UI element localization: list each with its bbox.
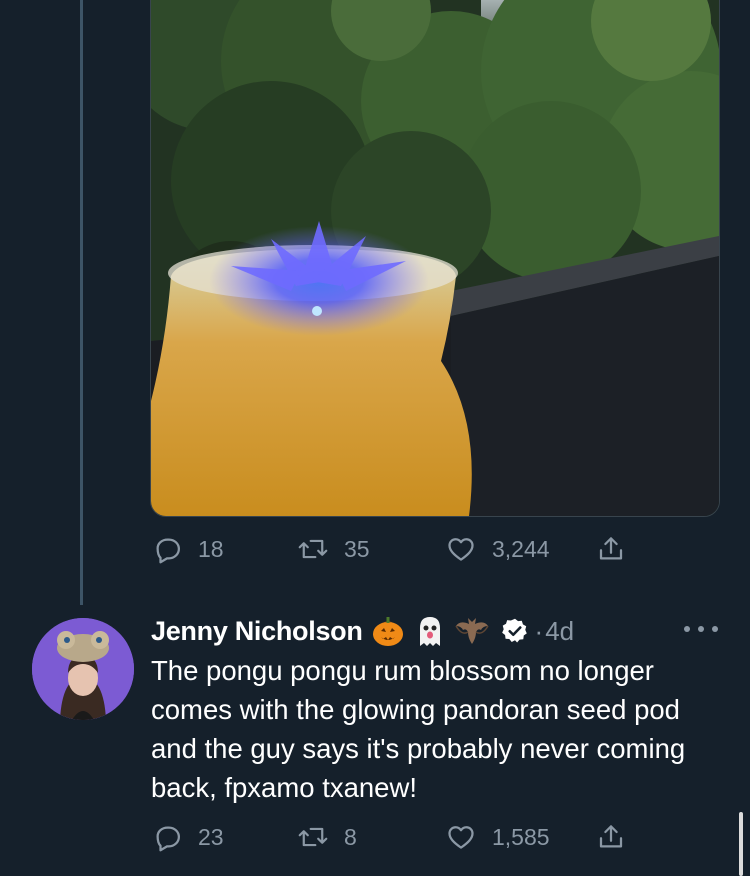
share-icon xyxy=(596,822,626,852)
pumpkin-emoji-icon xyxy=(369,612,407,650)
thread-connector-line xyxy=(80,0,83,605)
share-button[interactable] xyxy=(596,822,626,852)
ghost-emoji-icon xyxy=(411,612,449,650)
more-options-button[interactable] xyxy=(684,618,718,640)
author-name[interactable]: Jenny Nicholson xyxy=(151,616,363,647)
retweet-icon xyxy=(298,534,328,564)
retweet-button[interactable]: 8 xyxy=(298,822,357,852)
share-icon xyxy=(596,534,626,564)
reply-count: 18 xyxy=(198,535,224,562)
retweet-icon xyxy=(298,822,328,852)
retweet-count: 8 xyxy=(344,823,357,850)
tweet-photo[interactable] xyxy=(150,0,720,517)
cocktail-photo-illustration xyxy=(151,0,719,516)
tweet-body-text: The pongu pongu rum blossom no longer co… xyxy=(151,655,686,803)
retweet-button[interactable]: 35 xyxy=(298,534,370,564)
avatar-illustration xyxy=(32,618,134,720)
reply-button[interactable]: 23 xyxy=(152,822,224,852)
like-button[interactable]: 3,244 xyxy=(446,534,550,564)
share-button[interactable] xyxy=(596,534,626,564)
more-dot-icon xyxy=(712,626,718,632)
heart-icon xyxy=(446,534,476,564)
author-avatar[interactable] xyxy=(32,618,134,720)
like-count: 1,585 xyxy=(492,823,550,850)
tweet-timestamp[interactable]: 4d xyxy=(545,616,574,647)
reply-count: 23 xyxy=(198,823,224,850)
like-button[interactable]: 1,585 xyxy=(446,822,550,852)
more-dot-icon xyxy=(684,626,690,632)
scrollbar-thumb[interactable] xyxy=(739,812,743,876)
reply-tweet-header: Jenny Nicholson · 4d xyxy=(151,612,574,650)
name-emojis xyxy=(369,612,495,650)
reply-button[interactable]: 18 xyxy=(152,534,224,564)
more-dot-icon xyxy=(698,626,704,632)
reply-icon xyxy=(152,534,182,564)
verified-badge-icon xyxy=(501,617,529,645)
tweet-separator: · xyxy=(534,615,544,646)
heart-icon xyxy=(446,822,476,852)
bat-emoji-icon xyxy=(453,612,491,650)
retweet-count: 35 xyxy=(344,535,370,562)
reply-icon xyxy=(152,822,182,852)
like-count: 3,244 xyxy=(492,535,550,562)
